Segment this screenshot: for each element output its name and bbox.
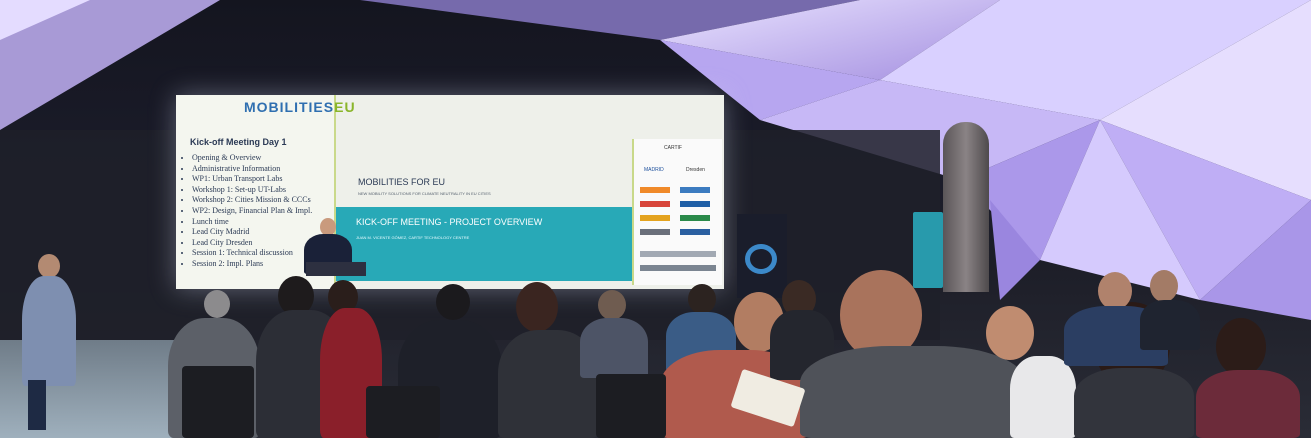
agenda-item: Lead City Madrid xyxy=(192,227,312,238)
partner-label: CARTIF xyxy=(664,145,682,151)
presentation-screen: MOBILITIESEU Kick-off Meeting Day 1 Open… xyxy=(176,95,724,289)
partner-label: MADRID xyxy=(644,167,664,173)
audience-head xyxy=(1098,272,1132,310)
conference-photo: MOBILITIESEU Kick-off Meeting Day 1 Open… xyxy=(0,0,1311,438)
agenda-list: Opening & Overview Administrative Inform… xyxy=(184,153,312,270)
chair xyxy=(182,366,254,438)
section-title: KICK-OFF MEETING - PROJECT OVERVIEW xyxy=(356,217,543,227)
audience-head xyxy=(1150,270,1178,302)
audience-body xyxy=(1010,356,1076,438)
audience-head xyxy=(204,290,230,318)
audience-body xyxy=(1196,370,1300,438)
agenda-item: WP2: Design, Financial Plan & Impl. xyxy=(192,206,312,217)
person-body xyxy=(22,276,76,386)
agenda-item: Lunch time xyxy=(192,217,312,228)
slide-subtitle: NEW MOBILITY SOLUTIONS FOR CLIMATE NEUTR… xyxy=(358,191,491,196)
agenda-item: Workshop 1: Set-up UT-Labs xyxy=(192,185,312,196)
slide-title: MOBILITIES FOR EU xyxy=(358,177,446,187)
audience-head xyxy=(688,284,716,314)
person-head xyxy=(38,254,60,278)
partner-label: Dresden xyxy=(686,167,705,173)
agenda-item: Workshop 2: Cities Mission & CCCs xyxy=(192,195,312,206)
audience-body xyxy=(1074,368,1194,438)
agenda-item: Session 1: Technical discussion xyxy=(192,248,312,259)
agenda-item: Session 2: Impl. Plans xyxy=(192,259,312,270)
partner-logos-panel: CARTIF MADRID Dresden xyxy=(632,139,722,285)
person-legs xyxy=(28,380,46,430)
audience-body xyxy=(580,318,648,378)
side-monitor xyxy=(913,212,943,288)
agenda-item: Administrative Information xyxy=(192,164,312,175)
audience-head xyxy=(1216,318,1266,376)
partner-logo-grid xyxy=(640,187,716,271)
podium xyxy=(306,262,366,276)
logo-text: MOBILITIES xyxy=(244,99,335,115)
pillar xyxy=(943,122,989,292)
slide-main: MOBILITIES FOR EU NEW MOBILITY SOLUTIONS… xyxy=(336,95,636,289)
rollup-banner xyxy=(737,214,787,298)
audience-head xyxy=(436,284,470,320)
audience-body xyxy=(1140,300,1200,350)
audience-head xyxy=(598,290,626,320)
agenda-item: Lead City Dresden xyxy=(192,238,312,249)
banner-logo xyxy=(745,244,777,274)
audience-head xyxy=(986,306,1034,360)
section-subtitle: JUAN M. VICENTE GÓMEZ, CARTIF TECHNOLOGY… xyxy=(356,235,470,240)
audience-body xyxy=(800,346,1026,438)
audience-head xyxy=(516,282,558,332)
agenda-item: WP1: Urban Transport Labs xyxy=(192,174,312,185)
agenda-item: Opening & Overview xyxy=(192,153,312,164)
slide-section-band: KICK-OFF MEETING - PROJECT OVERVIEW JUAN… xyxy=(336,207,632,281)
chair xyxy=(366,386,440,438)
chair xyxy=(596,374,666,438)
agenda-title: Kick-off Meeting Day 1 xyxy=(190,137,287,147)
